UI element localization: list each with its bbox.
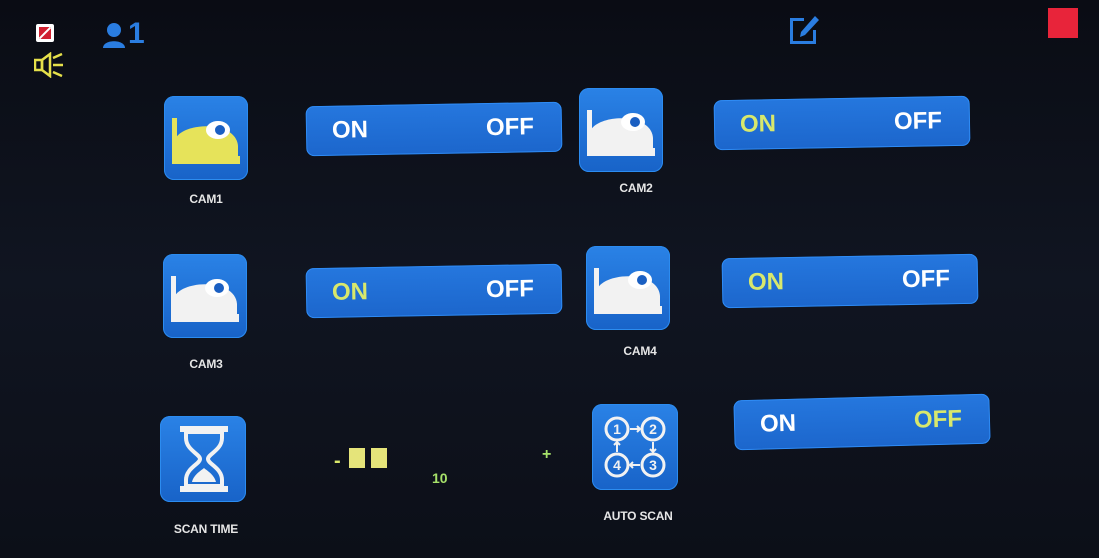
cam4-tile[interactable]: [586, 246, 670, 330]
auto-scan-label: AUTO SCAN: [603, 509, 673, 523]
svg-text:4: 4: [613, 457, 621, 473]
auto-scan-tile[interactable]: 1 2 3 4: [592, 404, 678, 490]
cam3-toggle[interactable]: ON OFF: [305, 263, 563, 319]
user-icon: [103, 23, 125, 48]
camera-icon: [587, 110, 655, 156]
cam1-toggle-off[interactable]: OFF: [486, 102, 535, 153]
cam2-label: CAM2: [619, 181, 653, 195]
cam3-toggle-off[interactable]: OFF: [486, 264, 535, 315]
cam1-label: CAM1: [189, 192, 223, 206]
scan-time-tile[interactable]: [160, 416, 246, 502]
cam3-label: CAM3: [189, 357, 223, 371]
camera-settings-screen: 1 CAM1 ON OFF CAM2 ON OFF CAM3 ON OFF CA…: [0, 0, 1099, 558]
hourglass-icon: [180, 426, 228, 492]
cam3-tile[interactable]: [163, 254, 247, 338]
cam4-label: CAM4: [623, 344, 657, 358]
auto-scan-toggle[interactable]: ON OFF: [733, 393, 991, 451]
cam1-toggle[interactable]: ON OFF: [305, 101, 563, 157]
edit-icon[interactable]: [786, 10, 822, 46]
cam2-toggle[interactable]: ON OFF: [713, 95, 971, 151]
cam3-toggle-on[interactable]: ON: [332, 267, 369, 318]
no-signal-icon: [36, 24, 54, 42]
cam1-tile[interactable]: [164, 96, 248, 180]
camera-icon: [172, 118, 240, 164]
auto-scan-toggle-on[interactable]: ON: [759, 399, 797, 450]
svg-text:3: 3: [649, 457, 657, 473]
cam4-toggle-off[interactable]: OFF: [902, 254, 951, 305]
cam4-toggle[interactable]: ON OFF: [721, 253, 979, 309]
speaker-icon: [34, 52, 63, 78]
scan-time-slider[interactable]: [349, 448, 391, 468]
slider-segment: [371, 448, 387, 468]
slider-segment: [349, 448, 365, 468]
cam2-toggle-off[interactable]: OFF: [894, 96, 943, 147]
scan-time-value: 10: [432, 470, 448, 486]
user-count: 1: [128, 17, 145, 50]
scan-time-increase[interactable]: +: [542, 446, 551, 464]
svg-text:1: 1: [613, 421, 621, 437]
svg-text:2: 2: [649, 421, 657, 437]
scan-time-label: SCAN TIME: [173, 522, 239, 536]
cam2-toggle-on[interactable]: ON: [740, 99, 777, 150]
camera-icon: [171, 276, 239, 322]
auto-scan-sequence-icon: 1 2 3 4: [604, 416, 666, 478]
auto-scan-toggle-off[interactable]: OFF: [913, 394, 963, 445]
cam2-tile[interactable]: [579, 88, 663, 172]
scan-time-decrease[interactable]: -: [334, 450, 341, 473]
cam1-toggle-on[interactable]: ON: [332, 105, 369, 156]
cam4-toggle-on[interactable]: ON: [748, 257, 785, 308]
camera-icon: [594, 268, 662, 314]
record-indicator: [1048, 8, 1078, 38]
